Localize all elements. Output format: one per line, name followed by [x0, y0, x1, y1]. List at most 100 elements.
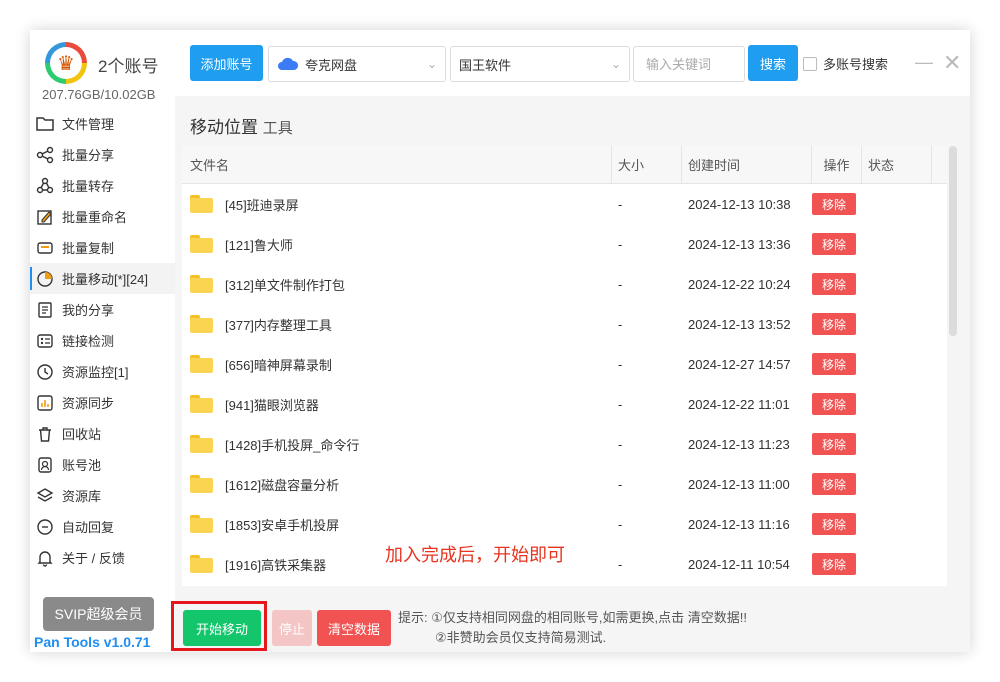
sidebar-item-label: 批量分享 — [62, 148, 115, 163]
svip-button[interactable]: SVIP超级会员 — [43, 597, 154, 631]
remove-button[interactable]: 移除 — [812, 273, 856, 295]
sidebar-item-label: 账号池 — [62, 458, 102, 473]
column-header-state: 状态 — [862, 146, 932, 184]
vertical-scrollbar[interactable] — [949, 146, 957, 336]
folder-icon — [190, 435, 213, 453]
add-account-button[interactable]: 添加账号 — [190, 45, 263, 81]
remove-button[interactable]: 移除 — [812, 393, 856, 415]
file-table: 文件名 大小 创建时间 操作 状态 [45]班迪录屏 - 2024-12-13 10… — [182, 146, 947, 586]
account-panel[interactable]: ♛ 2个账号 207.76GB/10.02GB — [30, 30, 175, 108]
sidebar-item-link-check[interactable]: 链接检测 — [30, 325, 175, 356]
file-name: [312]单文件制作打包 — [225, 277, 345, 293]
stop-button[interactable]: 停止 — [272, 610, 312, 646]
sidebar-item-resource-monitor[interactable]: 资源监控[1] — [30, 356, 175, 387]
table-row[interactable]: [941]猫眼浏览器 - 2024-12-22 11:01 移除 — [182, 384, 947, 424]
cell-op: 移除 — [812, 473, 862, 495]
table-row[interactable]: [1428]手机投屏_命令行 - 2024-12-13 11:23 移除 — [182, 424, 947, 464]
cell-name: [1428]手机投屏_命令行 — [182, 435, 612, 454]
table-row[interactable]: [1853]安卓手机投屏 - 2024-12-13 11:16 移除 — [182, 504, 947, 544]
table-row[interactable]: [45]班迪录屏 - 2024-12-13 10:38 移除 — [182, 184, 947, 224]
folder-icon — [190, 275, 213, 293]
rename-icon — [36, 208, 54, 226]
folder-select[interactable]: 国王软件 ⌄ — [450, 46, 630, 82]
sidebar-item-batch-transfer[interactable]: 批量转存 — [30, 170, 175, 201]
table-row[interactable]: [1612]磁盘容量分析 - 2024-12-13 11:00 移除 — [182, 464, 947, 504]
table-body: [45]班迪录屏 - 2024-12-13 10:38 移除 [121]鲁大师 - 2024… — [182, 184, 947, 586]
cell-op: 移除 — [812, 433, 862, 455]
close-icon[interactable]: ✕ — [943, 50, 961, 76]
folder-icon — [190, 395, 213, 413]
cell-size: - — [618, 236, 623, 252]
cell-name: [45]班迪录屏 — [182, 195, 612, 214]
sidebar-item-resource-library[interactable]: 资源库 — [30, 480, 175, 511]
remove-button[interactable]: 移除 — [812, 513, 856, 535]
sidebar-item-label: 批量移动[*][24] — [62, 272, 148, 287]
table-row[interactable]: [312]单文件制作打包 - 2024-12-22 10:24 移除 — [182, 264, 947, 304]
sidebar-item-my-share[interactable]: 我的分享 — [30, 294, 175, 325]
sidebar-item-batch-copy[interactable]: 批量复制 — [30, 232, 175, 263]
cell-op: 移除 — [812, 193, 862, 215]
multi-account-search[interactable]: 多账号搜索 — [803, 54, 888, 73]
sidebar-item-auto-reply[interactable]: 自动回复 — [30, 511, 175, 542]
folder-icon — [190, 475, 213, 493]
cell-time: 2024-12-13 11:00 — [688, 476, 790, 492]
sidebar-item-batch-rename[interactable]: 批量重命名 — [30, 201, 175, 232]
toolbar: 添加账号 夸克网盘 ⌄ 国王软件 ⌄ 搜索 多账号搜索 — ✕ — [175, 30, 970, 96]
cell-size: - — [618, 196, 623, 212]
sidebar-item-label: 回收站 — [62, 427, 102, 442]
sidebar-item-label: 批量重命名 — [62, 210, 128, 225]
multi-search-label: 多账号搜索 — [823, 57, 889, 72]
multi-search-checkbox[interactable] — [803, 56, 817, 71]
cell-op: 移除 — [812, 553, 862, 575]
remove-button[interactable]: 移除 — [812, 353, 856, 375]
column-header-size[interactable]: 大小 — [612, 146, 682, 184]
sidebar-item-account-pool[interactable]: 账号池 — [30, 449, 175, 480]
start-move-button[interactable]: 开始移动 — [183, 610, 261, 646]
remove-button[interactable]: 移除 — [812, 433, 856, 455]
table-row[interactable]: [121]鲁大师 - 2024-12-13 13:36 移除 — [182, 224, 947, 264]
cell-time: 2024-12-13 10:38 — [688, 196, 791, 212]
monitor-icon — [36, 363, 54, 381]
search-input[interactable] — [633, 46, 745, 82]
search-button[interactable]: 搜索 — [748, 45, 798, 81]
sidebar-item-label: 批量复制 — [62, 241, 115, 256]
link-check-icon — [36, 332, 54, 350]
sidebar-item-about-feedback[interactable]: 关于 / 反馈 — [30, 542, 175, 573]
remove-button[interactable]: 移除 — [812, 313, 856, 335]
sidebar-item-label: 批量转存 — [62, 179, 115, 194]
column-header-name[interactable]: 文件名 — [182, 146, 612, 184]
my-share-icon — [36, 301, 54, 319]
file-name: [656]暗神屏幕录制 — [225, 357, 332, 373]
cloud-icon — [277, 57, 299, 71]
sidebar-item-resource-sync[interactable]: 资源同步 — [30, 387, 175, 418]
remove-button[interactable]: 移除 — [812, 233, 856, 255]
share-icon — [36, 146, 54, 164]
cell-name: [312]单文件制作打包 — [182, 275, 612, 294]
sidebar-item-file-manage[interactable]: 文件管理 — [30, 108, 175, 139]
cell-op: 移除 — [812, 233, 862, 255]
cell-op: 移除 — [812, 393, 862, 415]
sidebar-item-batch-move[interactable]: 批量移动[*][24] — [30, 263, 175, 294]
clear-data-button[interactable]: 清空数据 — [317, 610, 391, 646]
minimize-icon[interactable]: — — [915, 52, 933, 73]
column-header-time[interactable]: 创建时间 — [682, 146, 812, 184]
sidebar-item-batch-share[interactable]: 批量分享 — [30, 139, 175, 170]
remove-button[interactable]: 移除 — [812, 473, 856, 495]
sidebar-nav: 文件管理 批量分享 批量转存 批量重命名 批量复制 批量移动[*][24] 我的… — [30, 108, 175, 573]
file-name: [1428]手机投屏_命令行 — [225, 437, 360, 453]
table-row[interactable]: [377]内存整理工具 - 2024-12-13 13:52 移除 — [182, 304, 947, 344]
cell-size: - — [618, 356, 623, 372]
table-row[interactable]: [656]暗神屏幕录制 - 2024-12-27 14:57 移除 — [182, 344, 947, 384]
folder-icon — [190, 195, 213, 213]
sidebar-item-recycle-bin[interactable]: 回收站 — [30, 418, 175, 449]
cell-op: 移除 — [812, 273, 862, 295]
cell-time: 2024-12-13 13:36 — [688, 236, 791, 252]
title-text: 移动位置 — [190, 118, 258, 137]
sidebar-item-label: 文件管理 — [62, 117, 115, 132]
annotation-text: 加入完成后，开始即可 — [385, 545, 565, 565]
cloud-drive-select[interactable]: 夸克网盘 ⌄ — [268, 46, 446, 82]
remove-button[interactable]: 移除 — [812, 553, 856, 575]
table-header: 文件名 大小 创建时间 操作 状态 — [182, 146, 947, 184]
auto-reply-icon — [36, 518, 54, 536]
remove-button[interactable]: 移除 — [812, 193, 856, 215]
